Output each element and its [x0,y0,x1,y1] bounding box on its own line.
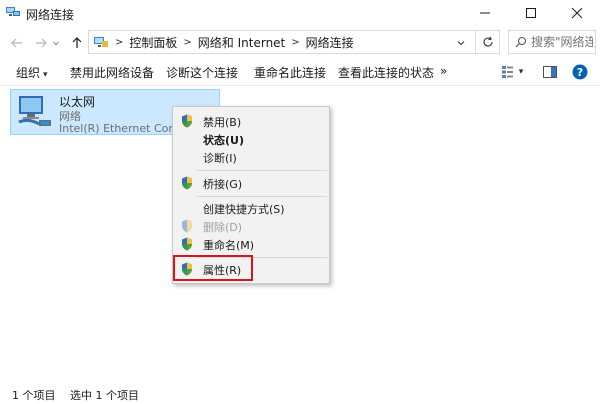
uac-shield-icon [182,176,192,190]
help-icon: ? [572,64,588,80]
change-view-button[interactable] [500,64,516,80]
breadcrumb-separator: > [115,36,124,48]
arrow-up-icon [72,37,82,48]
arrow-right-icon [36,38,47,48]
uac-shield-icon [182,219,192,233]
organize-button[interactable]: 组织 ▾ [16,64,48,81]
disable-device-button[interactable]: 禁用此网络设备 [70,64,154,81]
search-box[interactable] [508,30,596,54]
view-status-button[interactable]: 查看此连接的状态 [338,64,434,81]
menu-item-status[interactable]: 状态(U) [175,130,329,148]
breadcrumb-network-connections[interactable]: 网络连接 [306,34,354,51]
address-bar[interactable]: > 控制面板 > 网络和 Internet > 网络连接 [88,30,500,54]
item-count: 1 个项目 [12,389,56,402]
search-icon [515,36,527,48]
properties-highlight-box [173,255,253,281]
selected-count: 选中 1 个项目 [70,389,139,402]
svg-text:?: ? [577,66,583,79]
control-panel-icon [94,37,108,47]
view-options-icon [502,66,513,78]
menu-item-diagnose[interactable]: 诊断(I) [175,148,329,166]
minimize-button[interactable] [462,0,508,26]
rename-connection-button[interactable]: 重命名此连接 [254,64,326,81]
title-bar: 网络连接 [0,0,600,26]
ethernet-adapter-icon [18,96,51,126]
diagnose-connection-button[interactable]: 诊断这个连接 [166,64,238,81]
breadcrumb-separator[interactable]: > [291,37,299,48]
menu-label: 禁用(B) [203,116,242,129]
breadcrumb-separator[interactable]: > [183,37,191,48]
preview-pane-button[interactable] [542,64,558,80]
menu-item-rename[interactable]: 重命名(M) [175,235,329,253]
menu-label: 桥接(G) [203,178,243,191]
back-button[interactable] [6,32,28,54]
close-button[interactable] [554,0,600,26]
chevron-down-icon [53,41,59,46]
arrow-left-icon [11,38,22,48]
more-commands-button[interactable]: » [440,64,447,78]
breadcrumb-network-internet[interactable]: 网络和 Internet [198,34,285,51]
menu-label: 创建快捷方式(S) [203,203,285,216]
menu-item-disable[interactable]: 禁用(B) [175,112,329,130]
help-button[interactable]: ? [572,64,588,80]
chevron-down-icon [457,41,465,46]
menu-item-delete: 删除(D) [175,217,329,235]
organize-label: 组织 [16,66,41,80]
uac-shield-icon [182,237,192,251]
menu-label: 重命名(M) [203,239,255,252]
status-bar: 1 个项目 选中 1 个项目 [0,384,600,404]
preview-pane-icon [543,66,557,78]
address-row: > 控制面板 > 网络和 Internet > 网络连接 [0,26,600,58]
menu-separator [197,196,327,197]
view-dropdown-button[interactable]: ▾ [516,64,526,80]
window-title: 网络连接 [26,8,75,22]
minimize-icon [480,12,490,14]
refresh-button[interactable] [475,31,499,53]
menu-item-create-shortcut[interactable]: 创建快捷方式(S) [175,199,329,217]
command-bar: 组织 ▾ 禁用此网络设备 诊断这个连接 重命名此连接 查看此连接的状态 » ▾ ? [0,58,600,86]
up-button[interactable] [66,32,88,54]
breadcrumb-control-panel[interactable]: 控制面板 [129,34,177,51]
menu-label: 删除(D) [203,221,243,234]
menu-label: 状态(U) [203,134,244,147]
search-input[interactable] [531,35,593,49]
menu-separator [197,170,327,171]
uac-shield-icon [182,114,192,128]
maximize-icon [526,8,536,18]
refresh-icon [483,36,493,47]
close-icon [571,7,583,19]
caret-down-icon: ▾ [518,67,524,77]
recent-locations-button[interactable] [50,32,62,54]
menu-item-bridge[interactable]: 桥接(G) [175,174,329,192]
address-history-button[interactable] [453,35,469,51]
maximize-button[interactable] [508,0,554,26]
caret-down-icon: ▾ [43,70,48,80]
forward-button[interactable] [30,32,52,54]
menu-label: 诊断(I) [203,152,237,165]
network-connections-icon [6,7,20,16]
